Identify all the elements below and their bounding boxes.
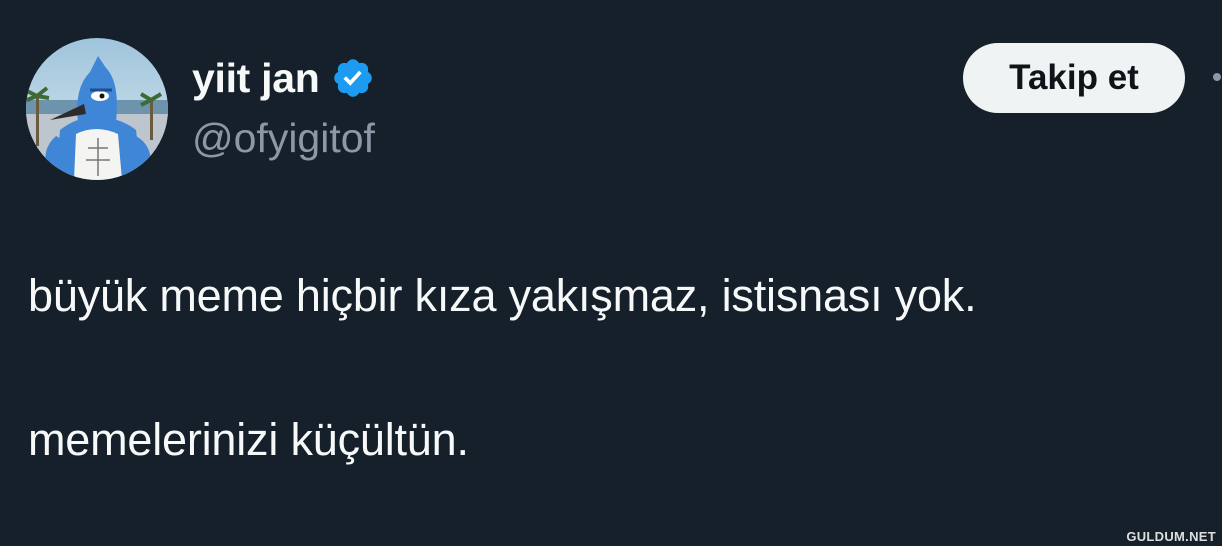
user-name-row: yiit jan bbox=[192, 52, 375, 104]
display-name[interactable]: yiit jan bbox=[192, 52, 320, 104]
tweet-text-line: büyük meme hiçbir kıza yakışmaz, istisna… bbox=[28, 270, 977, 321]
watermark: GULDUM.NET bbox=[1126, 529, 1216, 544]
avatar-image bbox=[26, 38, 168, 180]
avatar[interactable] bbox=[26, 38, 168, 180]
tweet-text-line: memelerinizi küçültün. bbox=[28, 414, 469, 465]
more-options-icon[interactable] bbox=[1206, 66, 1222, 88]
user-handle[interactable]: @ofyigitof bbox=[192, 112, 375, 164]
verified-badge-icon bbox=[331, 56, 375, 100]
follow-button[interactable]: Takip et bbox=[963, 43, 1185, 113]
tweet-card: yiit jan @ofyigitof Takip et büyük meme … bbox=[0, 0, 1222, 546]
